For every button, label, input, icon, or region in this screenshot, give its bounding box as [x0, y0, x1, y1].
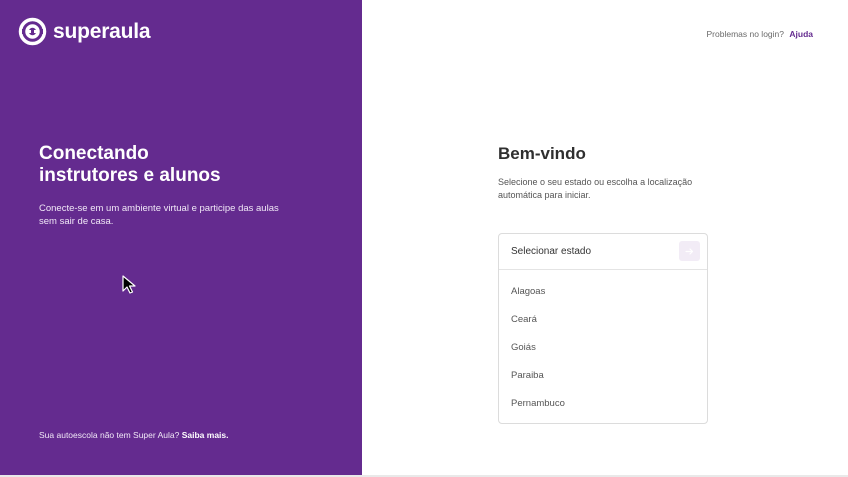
hero-title: Conectando instrutores e alunos [39, 143, 339, 187]
go-button[interactable] [679, 241, 700, 261]
footer-question: Sua autoescola não tem Super Aula? [39, 430, 180, 440]
brand-logo[interactable]: superaula [18, 17, 151, 46]
left-panel: superaula Conectando instrutores e aluno… [0, 0, 362, 475]
state-options: Alagoas Ceará Goiás Paraiba Pernambuco [499, 270, 707, 418]
help-link[interactable]: Ajuda [789, 29, 813, 39]
learn-more-link[interactable]: Saiba mais. [182, 430, 229, 440]
mouse-cursor-icon [122, 275, 138, 300]
state-select-label: Selecionar estado [511, 246, 592, 257]
arrow-right-icon [685, 247, 694, 255]
state-option-goias[interactable]: Goiás [499, 334, 707, 362]
state-option-pernambuco[interactable]: Pernambuco [499, 390, 707, 418]
superaula-logo-icon [18, 17, 47, 46]
footer-note: Sua autoescola não tem Super Aula? Saiba… [39, 430, 229, 440]
welcome-title: Bem-vindo [498, 144, 586, 163]
welcome-subtitle: Selecione o seu estado ou escolha a loca… [498, 177, 693, 200]
state-select-header[interactable]: Selecionar estado [499, 234, 707, 270]
hero-title-line-2: instrutores e alunos [39, 165, 221, 186]
state-option-alagoas[interactable]: Alagoas [499, 278, 707, 306]
state-select[interactable]: Selecionar estado Alagoas Ceará Goiás Pa… [498, 233, 708, 424]
login-help: Problemas no login? Ajuda [707, 29, 814, 39]
state-option-ceara[interactable]: Ceará [499, 306, 707, 334]
hero-subtitle: Conecte-se em um ambiente virtual e part… [39, 203, 279, 227]
hero-title-line-1: Conectando [39, 143, 149, 164]
login-help-question: Problemas no login? [706, 29, 785, 39]
state-option-paraiba[interactable]: Paraiba [499, 362, 707, 390]
brand-name: superaula [53, 19, 151, 43]
